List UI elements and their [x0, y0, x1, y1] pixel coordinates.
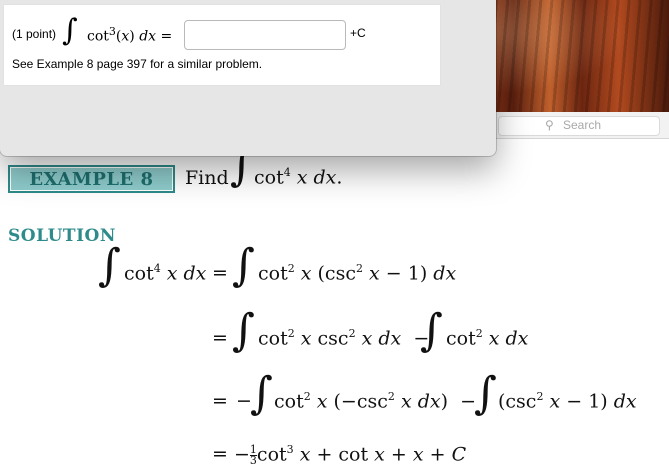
find-text: Find — [185, 167, 229, 189]
integral-sign: ∫ — [474, 368, 497, 419]
integral-sign: ∫ — [250, 368, 273, 419]
find-integrand: cot4 x dx. — [254, 166, 343, 189]
search-input[interactable]: ⚲ Search — [498, 116, 660, 136]
integral-sign: ∫ — [232, 305, 255, 356]
equals-sign: = — [212, 327, 228, 349]
solution-step-3b: (csc2 x − 1) dx — [498, 390, 637, 413]
solution-result: −1 3 cot3 x + cot x + x + C — [234, 442, 467, 467]
points-label: (1 point) — [12, 27, 57, 41]
solution-step-2a: cot2 x csc2 x dx − — [258, 327, 430, 350]
magnifier-icon: ⚲ — [545, 118, 554, 132]
equals-sign: = — [212, 262, 228, 284]
solution-step-1: cot2 x (csc2 x − 1) dx — [258, 262, 457, 285]
equals-sign: = — [212, 390, 228, 412]
integral-sign: ∫ — [98, 240, 121, 291]
example-badge: EXAMPLE 8 — [8, 165, 175, 193]
integral-sign: ∫ — [420, 305, 443, 356]
equals-sign: = — [212, 443, 228, 465]
problem-expression: cot3(x) dx = — [87, 25, 173, 45]
solution-lhs: cot4 x dx — [124, 262, 207, 285]
solution-step-3a: cot2 x (−csc2 x dx) − — [274, 390, 476, 413]
homework-dialog: (1 point) ∫ cot3(x) dx = +C See Example … — [0, 0, 496, 156]
search-placeholder: Search — [563, 118, 602, 132]
example-label: EXAMPLE 8 — [11, 168, 172, 190]
integral-sign: ∫ — [62, 13, 78, 48]
hint-text: See Example 8 page 397 for a similar pro… — [12, 57, 263, 71]
answer-input[interactable] — [184, 20, 346, 50]
constant-label: +C — [350, 26, 366, 40]
solution-step-2b: cot2 x dx — [446, 327, 529, 350]
integral-sign: ∫ — [232, 240, 255, 291]
problem-panel: (1 point) ∫ cot3(x) dx = +C See Example … — [3, 4, 441, 86]
